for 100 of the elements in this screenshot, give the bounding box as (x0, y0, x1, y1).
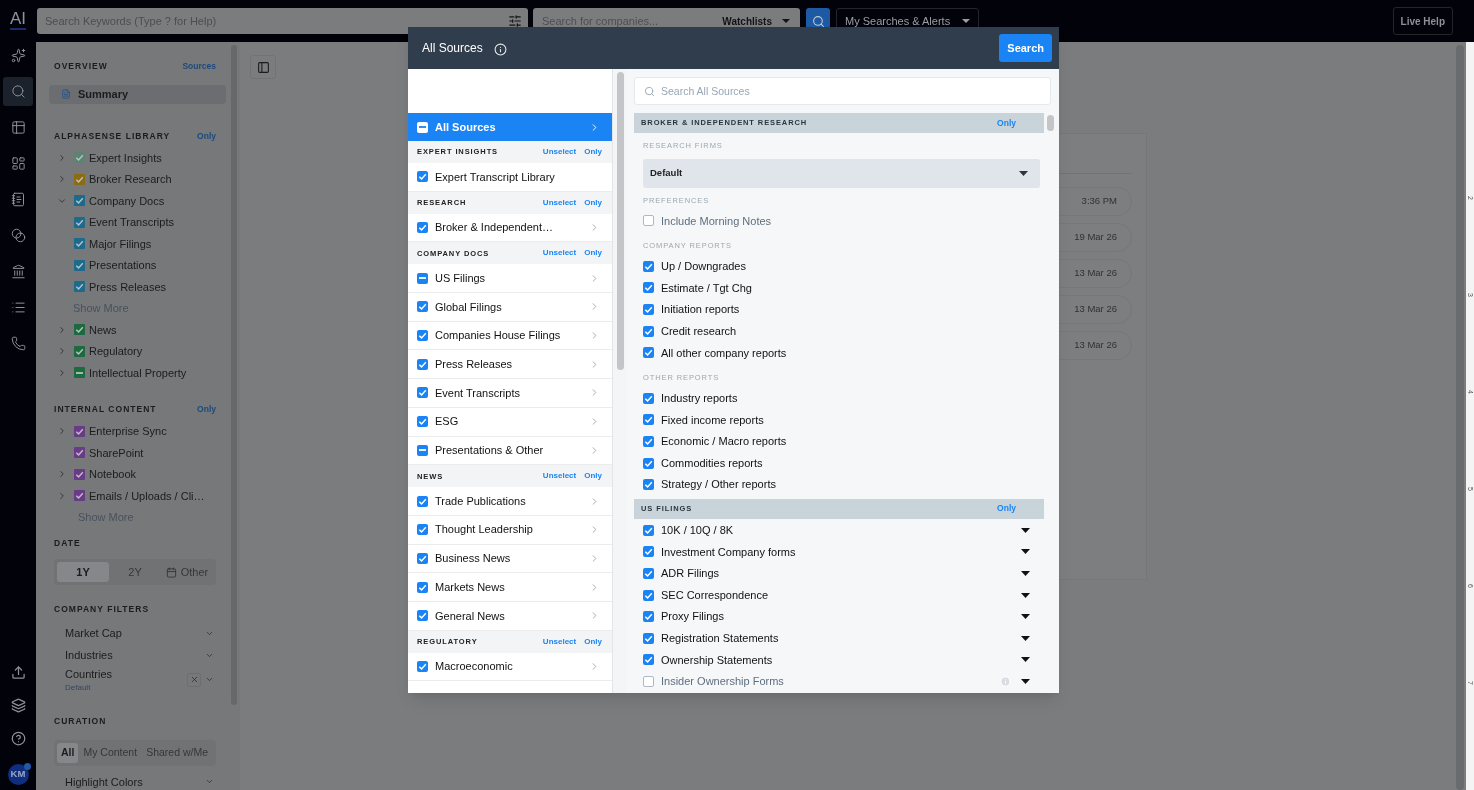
caret-icon[interactable] (1021, 614, 1030, 620)
source-item[interactable]: Expert Transcript Library (408, 163, 612, 192)
caret-icon[interactable] (1021, 679, 1030, 684)
checkbox[interactable] (74, 173, 85, 185)
source-label[interactable]: Notebook (89, 466, 137, 483)
source-label[interactable]: Company Docs (89, 192, 165, 209)
checkbox[interactable] (74, 345, 85, 357)
checkbox[interactable] (643, 589, 654, 601)
checkbox[interactable] (417, 416, 428, 428)
help-icon[interactable] (10, 731, 26, 746)
checkbox[interactable] (417, 272, 428, 284)
source-item[interactable]: Markets News (408, 573, 612, 602)
checkbox[interactable] (74, 259, 85, 271)
checkbox[interactable] (74, 195, 85, 207)
source-item[interactable]: Thought Leadership (408, 515, 612, 545)
checkbox[interactable] (74, 238, 85, 250)
checkbox[interactable] (417, 610, 428, 622)
source-label[interactable]: SharePoint (89, 444, 144, 461)
checkbox[interactable] (643, 282, 654, 294)
option-label[interactable]: Industry reports (661, 390, 1030, 407)
checkbox[interactable] (643, 654, 654, 666)
unselect-link[interactable]: Unselect (542, 635, 577, 648)
checkbox[interactable] (643, 568, 654, 579)
source-item[interactable]: Trade Publications (408, 487, 612, 516)
checkbox[interactable] (417, 444, 428, 456)
filters-icon[interactable] (508, 14, 522, 28)
option-label[interactable]: Strategy / Other reports (661, 476, 1030, 493)
curation-tab[interactable]: All (57, 742, 79, 763)
logo[interactable]: AI (9, 10, 27, 30)
checkbox[interactable] (643, 676, 654, 687)
info-icon[interactable] (493, 43, 507, 56)
unselect-link[interactable]: Unselect (542, 247, 577, 260)
research-firms-select[interactable]: Default (643, 159, 1040, 188)
upload-icon[interactable] (10, 665, 26, 680)
only-link[interactable]: Only (584, 247, 602, 260)
only-link[interactable]: Only (997, 116, 1016, 130)
clear-button[interactable] (187, 672, 201, 687)
checkbox[interactable] (74, 490, 85, 502)
source-label[interactable]: Press Releases (89, 278, 167, 295)
summary-item[interactable]: Summary (49, 84, 226, 104)
checkbox[interactable] (643, 215, 654, 227)
checkbox[interactable] (417, 222, 428, 234)
search-button[interactable]: Search (999, 34, 1052, 62)
source-label[interactable]: Expert Insights (89, 149, 162, 166)
source-item[interactable]: ESG (408, 407, 612, 437)
sidebar-toggle-button[interactable] (250, 55, 276, 79)
date-option[interactable]: Other (161, 562, 213, 582)
source-label[interactable]: Major Filings (89, 235, 152, 252)
source-item[interactable]: Global Filings (408, 293, 612, 322)
option-label[interactable]: Investment Company forms (661, 543, 1021, 561)
checkbox[interactable] (643, 457, 654, 469)
source-label[interactable]: Event Transcripts (89, 214, 174, 231)
source-item[interactable]: Broker & Independent… (408, 213, 612, 243)
caret-icon[interactable] (1021, 527, 1030, 533)
checkbox[interactable] (74, 281, 85, 293)
checkbox[interactable] (417, 581, 428, 593)
checkbox[interactable] (643, 414, 654, 426)
filter-label[interactable]: Highlight Colors (65, 773, 205, 790)
filter-label[interactable]: Countries (65, 666, 187, 683)
option-label[interactable]: SEC Correspondence (661, 586, 1021, 604)
checkbox[interactable] (417, 171, 428, 183)
option-label[interactable]: Proxy Filings (661, 608, 1021, 625)
user-avatar[interactable]: KM (7, 764, 29, 785)
option-label[interactable]: Commodities reports (661, 454, 1030, 472)
date-option[interactable]: 1Y (57, 562, 109, 582)
checkbox[interactable] (74, 152, 85, 164)
option-label[interactable]: ADR Filings (661, 565, 1021, 582)
caret-icon[interactable] (1021, 549, 1030, 555)
option-label[interactable]: Fixed income reports (661, 411, 1030, 429)
checkbox[interactable] (417, 301, 428, 313)
source-item[interactable]: Business News (408, 544, 612, 574)
only-link[interactable]: Only (584, 635, 602, 648)
only-link[interactable]: Only (584, 470, 602, 483)
checkbox[interactable] (74, 447, 85, 459)
checkbox[interactable] (417, 387, 428, 399)
option-label[interactable]: Ownership Statements (661, 651, 1021, 669)
only-link[interactable]: Only (584, 196, 602, 209)
curation-tab[interactable]: My Content (79, 742, 142, 763)
only-link[interactable]: Only (584, 146, 602, 158)
option-label[interactable]: Insider Ownership Forms (661, 673, 1000, 690)
checkbox[interactable] (74, 367, 85, 379)
unselect-link[interactable]: Unselect (542, 470, 577, 483)
checkbox[interactable] (417, 495, 428, 507)
source-label[interactable]: Emails / Uploads / Cli… (89, 487, 205, 504)
caret-icon[interactable] (1021, 657, 1030, 663)
checkbox[interactable] (417, 660, 428, 672)
source-label[interactable]: News (89, 321, 117, 338)
filter-label[interactable]: Industries (65, 646, 205, 664)
option-label[interactable]: 10K / 10Q / 8K (661, 522, 1021, 539)
source-label[interactable]: Regulatory (89, 343, 143, 360)
source-label[interactable]: Broker Research (89, 171, 172, 188)
source-item[interactable]: Event Transcripts (408, 379, 612, 408)
watchlists-dropdown[interactable]: Watchlists (722, 13, 790, 29)
option-label[interactable]: Economic / Macro reports (661, 433, 1030, 450)
only-link[interactable]: Only (997, 502, 1016, 515)
checkbox[interactable] (643, 436, 654, 448)
source-label[interactable]: Intellectual Property (89, 364, 187, 381)
checkbox[interactable] (74, 324, 85, 336)
checkbox[interactable] (643, 524, 654, 536)
live-help-button[interactable]: Live Help (1392, 7, 1453, 35)
